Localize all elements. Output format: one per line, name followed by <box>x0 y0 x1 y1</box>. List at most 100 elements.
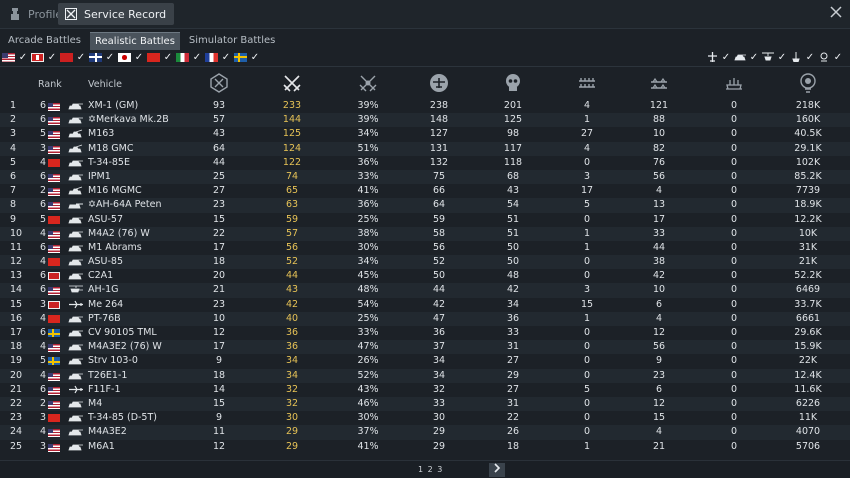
vehicle-name[interactable]: ✡AH-64A Peten <box>88 198 161 212</box>
table-row[interactable]: 23 3 T-34-85 (D-5T) 9 30 30% 30 22 0 15 0 11K <box>0 411 850 425</box>
column-rank[interactable]: Rank <box>38 79 62 90</box>
naval-ground-targets-icon[interactable] <box>648 72 670 94</box>
vehicle-name[interactable]: M16 MGMC <box>88 184 142 198</box>
usa-flag-icon[interactable] <box>2 52 15 62</box>
vehicle-name[interactable]: M6A1 <box>88 440 115 454</box>
activity-icon[interactable] <box>797 72 819 94</box>
ussr-flag-icon[interactable] <box>60 52 73 62</box>
vehicle-name[interactable]: M18 GMC <box>88 142 134 156</box>
vehicle-name[interactable]: T-34-85E <box>88 156 130 170</box>
italy-flag-icon[interactable] <box>176 52 189 62</box>
table-row[interactable]: 20 4 T26E1-1 18 34 52% 34 29 0 23 0 12.4K <box>0 368 850 383</box>
victories-icon[interactable] <box>281 72 303 94</box>
ship-icon[interactable] <box>790 52 802 62</box>
vehicle-name[interactable]: M4A2 (76) W <box>88 227 150 241</box>
table-row[interactable]: 4 3 M18 GMC 64 124 51% 131 117 4 82 0 29.1K <box>0 141 850 156</box>
table-row[interactable]: 7 2 M16 MGMC 27 65 41% 66 43 17 4 0 7739 <box>0 184 850 198</box>
table-row[interactable]: 8 6 ✡AH-64A Peten 23 63 36% 64 54 5 13 0 18.9K <box>0 198 850 213</box>
ground-targets-destroyed-icon[interactable] <box>502 72 524 94</box>
vehicle-name[interactable]: IPM1 <box>88 170 111 184</box>
table-row[interactable]: 15 3 Me 264 23 42 54% 42 34 15 6 0 33.7K <box>0 298 850 312</box>
stat-7-value: 0 <box>730 284 738 296</box>
column-vehicle[interactable]: Vehicle <box>88 79 122 90</box>
check-icon[interactable]: ✓ <box>104 52 116 63</box>
vehicle-name[interactable]: ASU-57 <box>88 213 123 227</box>
check-icon[interactable]: ✓ <box>249 52 261 63</box>
tab-arcade-battles[interactable]: Arcade Battles <box>3 32 86 49</box>
table-row[interactable]: 6 6 IPM1 25 74 33% 75 68 3 56 0 85.2K <box>0 169 850 185</box>
table-row[interactable]: 17 6 CV 90105 TML 12 36 33% 36 33 0 12 0 29.6K <box>0 326 850 340</box>
table-row[interactable]: 19 5 Strv 103-0 9 34 26% 34 27 0 9 0 22K <box>0 354 850 368</box>
table-row[interactable]: 3 5 M163 43 125 34% 127 98 27 10 0 40.5K <box>0 127 850 141</box>
next-page-button[interactable] <box>489 463 505 477</box>
check-icon[interactable]: ✓ <box>832 52 844 63</box>
check-icon[interactable]: ✓ <box>776 52 788 63</box>
vehicle-name[interactable]: XM-1 (GM) <box>88 99 138 113</box>
check-icon[interactable]: ✓ <box>17 52 29 63</box>
check-icon[interactable]: ✓ <box>804 52 816 63</box>
vehicle-name[interactable]: CV 90105 TML <box>88 326 157 340</box>
aircraft-icon[interactable] <box>706 52 718 62</box>
table-row[interactable]: 12 4 ASU-85 18 52 34% 52 50 0 38 0 21K <box>0 255 850 270</box>
table-row[interactable]: 25 3 M6A1 12 29 41% 29 18 1 21 0 5706 <box>0 440 850 454</box>
japan-flag-icon[interactable] <box>118 52 131 62</box>
table-row[interactable]: 10 4 M4A2 (76) W 22 57 38% 58 51 1 33 0 10K <box>0 226 850 241</box>
usa-flag-icon <box>48 372 60 381</box>
vehicle-name[interactable]: Me 264 <box>88 298 123 312</box>
vehicle-name[interactable]: T26E1-1 <box>88 369 127 383</box>
vehicle-name[interactable]: M1 Abrams <box>88 241 142 255</box>
check-icon[interactable]: ✓ <box>162 52 174 63</box>
table-row[interactable]: 2 6 ✡Merkava Mk.2B 57 144 39% 148 125 1 88 0 160K <box>0 113 850 128</box>
ship-targets-icon[interactable] <box>723 72 745 94</box>
vehicle-name[interactable]: C2A1 <box>88 269 113 283</box>
france-flag-icon[interactable] <box>205 52 218 62</box>
table-row[interactable]: 21 6 F11F-1 14 32 43% 32 27 5 6 0 11.6K <box>0 383 850 397</box>
vehicle-name[interactable]: ASU-85 <box>88 255 123 269</box>
table-row[interactable]: 16 4 PT-76B 10 40 25% 47 36 1 4 0 6661 <box>0 311 850 326</box>
vehicle-name[interactable]: Strv 103-0 <box>88 354 138 368</box>
table-row[interactable]: 11 6 M1 Abrams 17 56 30% 56 50 1 44 0 31K <box>0 241 850 255</box>
page-numbers[interactable]: 1 2 3 <box>418 465 443 474</box>
check-icon[interactable]: ✓ <box>748 52 760 63</box>
check-icon[interactable]: ✓ <box>133 52 145 63</box>
vehicle-name[interactable]: M4 <box>88 397 102 411</box>
vehicle-name[interactable]: T-34-85 (D-5T) <box>88 411 157 425</box>
sweden-flag-icon[interactable] <box>234 52 247 62</box>
table-row[interactable]: 22 2 M4 15 32 46% 33 31 0 12 0 6226 <box>0 396 850 412</box>
tank-icon[interactable] <box>734 52 746 62</box>
germany-flag-icon[interactable] <box>31 52 44 62</box>
vehicle-name[interactable]: PT-76B <box>88 312 121 326</box>
check-icon[interactable]: ✓ <box>191 52 203 63</box>
check-icon[interactable]: ✓ <box>220 52 232 63</box>
table-row[interactable]: 1 6 XM-1 (GM) 93 233 39% 238 201 4 121 0 218K <box>0 99 850 113</box>
helicopter-icon[interactable] <box>762 52 774 62</box>
table-row[interactable]: 14 6 AH-1G 21 43 48% 44 42 3 10 0 6469 <box>0 283 850 298</box>
vehicle-name[interactable]: M4A3E2 <box>88 425 127 439</box>
table-row[interactable]: 5 4 T-34-85E 44 122 36% 132 118 0 76 0 102K <box>0 156 850 170</box>
vehicle-name[interactable]: F11F-1 <box>88 383 121 397</box>
win-rate-icon[interactable] <box>357 72 379 94</box>
check-icon[interactable]: ✓ <box>720 52 732 63</box>
naval-targets-destroyed-icon[interactable] <box>576 72 598 94</box>
battles-icon[interactable] <box>208 72 230 94</box>
check-icon[interactable]: ✓ <box>75 52 87 63</box>
close-button[interactable] <box>828 5 844 21</box>
air-kills-value: 47 <box>432 312 446 324</box>
table-row[interactable]: 9 5 ASU-57 15 59 25% 59 51 0 17 0 12.2K <box>0 213 850 227</box>
vehicle-name[interactable]: M163 <box>88 127 114 141</box>
britain-flag-icon[interactable] <box>89 52 102 62</box>
check-icon[interactable]: ✓ <box>46 52 58 63</box>
tab-realistic-battles[interactable]: Realistic Battles <box>90 32 180 50</box>
air-targets-destroyed-icon[interactable] <box>428 72 450 94</box>
tab-simulator-battles[interactable]: Simulator Battles <box>184 32 280 49</box>
tab-service-record[interactable]: Service Record <box>58 3 175 25</box>
vehicle-name[interactable]: AH-1G <box>88 283 118 297</box>
table-row[interactable]: 18 4 M4A3E2 (76) W 17 36 47% 37 31 0 56 0 15.9K <box>0 340 850 355</box>
table-row[interactable]: 24 4 M4A3E2 11 29 37% 29 26 0 4 0 4070 <box>0 425 850 440</box>
china-flag-icon[interactable] <box>147 52 160 62</box>
naval-kills-value: 1 <box>583 312 591 324</box>
vehicle-name[interactable]: ✡Merkava Mk.2B <box>88 113 169 127</box>
vehicle-name[interactable]: M4A3E2 (76) W <box>88 340 162 354</box>
table-row[interactable]: 13 6 C2A1 20 44 45% 50 48 0 42 0 52.2K <box>0 269 850 283</box>
boat-icon[interactable] <box>818 52 830 62</box>
